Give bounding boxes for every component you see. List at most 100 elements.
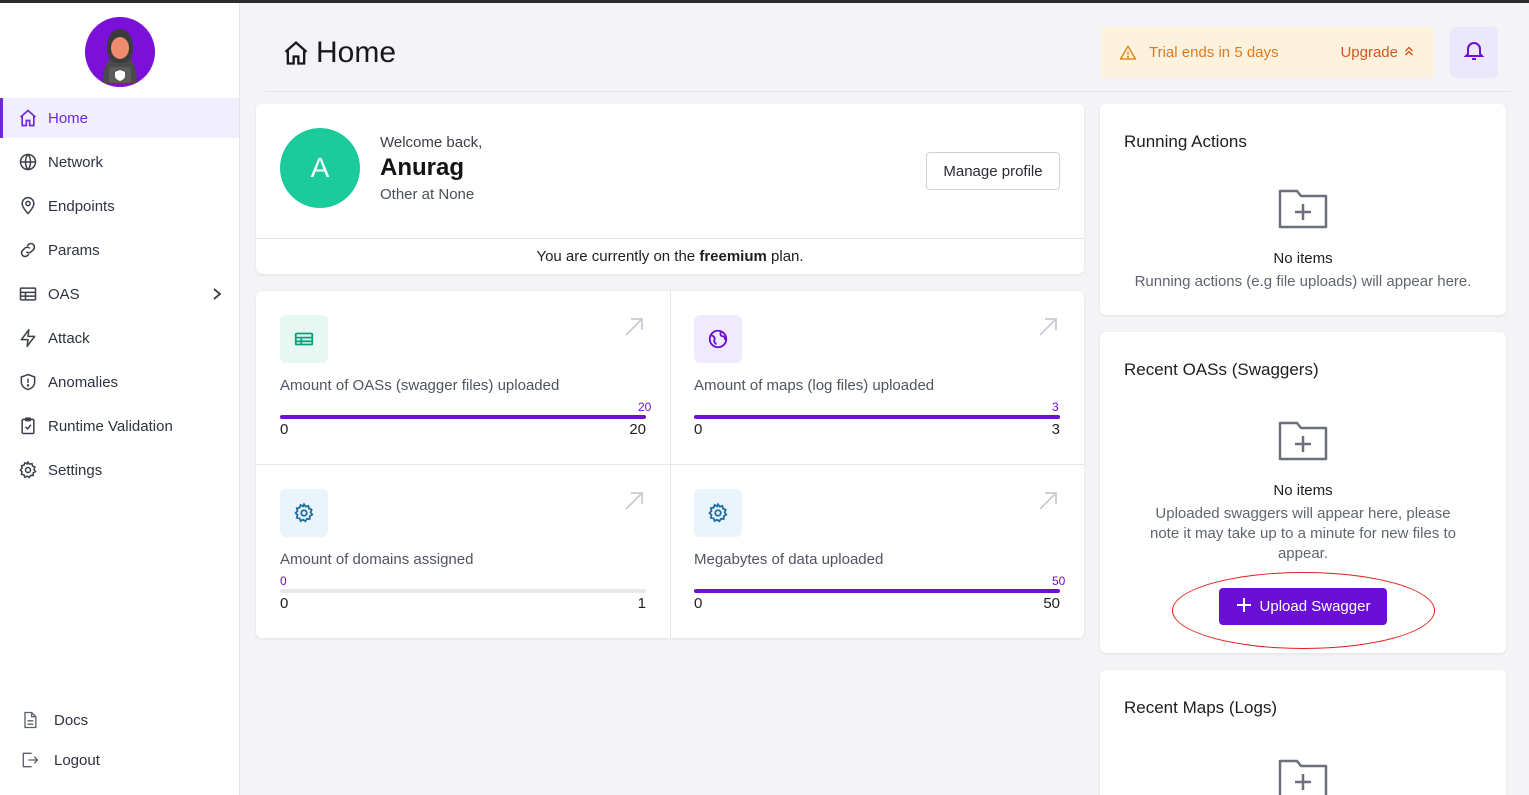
sidebar-item-label: Endpoints [48, 197, 115, 215]
stat-maps-uploaded: Amount of maps (log files) uploaded 3 0 … [670, 291, 1084, 464]
globe-icon [694, 315, 742, 363]
stat-data-uploaded: Megabytes of data uploaded 50 0 50 [670, 465, 1084, 638]
stat-value-marker: 0 [280, 574, 287, 588]
document-icon [20, 710, 40, 730]
plan-name: freemium [699, 248, 767, 265]
logout-icon [20, 750, 40, 770]
warning-icon [1119, 44, 1137, 62]
stat-max: 20 [629, 421, 646, 438]
home-icon [282, 39, 310, 67]
sidebar-item-label: Docs [54, 711, 89, 729]
empty-title: No items [1273, 250, 1333, 267]
home-icon [18, 108, 38, 128]
sidebar-item-label: Params [48, 241, 100, 259]
link-icon [18, 240, 38, 260]
stat-progress-track [694, 415, 1060, 419]
arrow-up-right-icon[interactable] [1036, 489, 1060, 513]
user-name: Anurag [380, 154, 464, 181]
stat-progress-track [694, 589, 1060, 593]
hacker-avatar-logo[interactable] [85, 17, 155, 87]
running-actions-card: Running Actions No items Running actions… [1100, 104, 1506, 315]
plus-icon [1236, 597, 1252, 617]
upgrade-button[interactable]: Upgrade [1340, 44, 1416, 62]
stat-progress-track [280, 415, 646, 419]
chevrons-up-icon [1402, 44, 1416, 62]
gear-icon [280, 489, 328, 537]
chevron-right-icon [209, 284, 225, 308]
gear-icon [694, 489, 742, 537]
map-pin-icon [18, 196, 38, 216]
stat-progress-fill [694, 415, 1060, 419]
sidebar-item-anomalies[interactable]: Anomalies [0, 362, 239, 402]
upgrade-label: Upgrade [1340, 44, 1398, 61]
trial-banner: Trial ends in 5 days Upgrade [1101, 27, 1434, 78]
sidebar-item-label: Attack [48, 329, 90, 347]
page-title: Home [282, 36, 396, 70]
bolt-icon [18, 328, 38, 348]
bell-icon [1462, 38, 1486, 67]
stat-max: 1 [637, 595, 646, 612]
sidebar-bottom-nav: Docs Logout [0, 700, 239, 780]
table-icon [280, 315, 328, 363]
arrow-up-right-icon[interactable] [622, 315, 646, 339]
arrow-up-right-icon[interactable] [622, 489, 646, 513]
sidebar-item-oas[interactable]: OAS [0, 274, 239, 314]
empty-title: No items [1273, 482, 1333, 499]
empty-description: Uploaded swaggers will appear here, plea… [1150, 505, 1456, 562]
recent-oas-card: Recent OASs (Swaggers) No items Uploaded… [1100, 332, 1506, 653]
sidebar-item-label: Home [48, 109, 89, 127]
stat-label: Megabytes of data uploaded [694, 551, 884, 568]
sidebar-item-attack[interactable]: Attack [0, 318, 239, 358]
stat-progress-fill [280, 415, 646, 419]
notifications-button[interactable] [1450, 27, 1498, 78]
sidebar-item-logout[interactable]: Logout [0, 740, 239, 780]
welcome-card: A Welcome back, Anurag Other at None Man… [256, 104, 1084, 274]
upload-swagger-button[interactable]: Upload Swagger [1219, 588, 1387, 625]
stat-label: Amount of domains assigned [280, 551, 474, 568]
usage-stats-card: Amount of OASs (swagger files) uploaded … [256, 291, 1084, 638]
sidebar-item-docs[interactable]: Docs [0, 700, 239, 740]
stat-max: 3 [1051, 421, 1060, 438]
sidebar-item-runtime-validation[interactable]: Runtime Validation [0, 406, 239, 446]
sidebar-nav: Home Network Endpoints Params OAS Attack… [0, 98, 239, 494]
header-divider [265, 91, 1511, 92]
page-title-text: Home [316, 36, 397, 69]
sidebar-item-label: OAS [48, 285, 80, 303]
sidebar-item-label: Runtime Validation [48, 417, 173, 435]
stat-oas-uploaded: Amount of OASs (swagger files) uploaded … [256, 291, 670, 464]
manage-profile-button[interactable]: Manage profile [926, 152, 1060, 190]
user-avatar: A [280, 128, 360, 208]
plan-suffix: plan. [771, 248, 804, 265]
sidebar-item-network[interactable]: Network [0, 142, 239, 182]
plan-info: You are currently on the freemium plan. [256, 248, 1084, 265]
card-title: Recent OASs (Swaggers) [1124, 360, 1319, 379]
sidebar-item-label: Network [48, 153, 104, 171]
sidebar-item-home[interactable]: Home [0, 98, 239, 138]
card-title: Recent Maps (Logs) [1124, 698, 1278, 717]
sidebar-item-label: Logout [54, 751, 100, 769]
empty-description: Running actions (e.g file uploads) will … [1134, 273, 1472, 290]
clipboard-check-icon [18, 416, 38, 436]
stat-min: 0 [694, 421, 703, 438]
stat-min: 0 [280, 595, 289, 612]
plan-prefix: You are currently on the [536, 248, 696, 265]
folder-add-icon [1277, 186, 1329, 230]
stat-min: 0 [280, 421, 289, 438]
welcome-greeting: Welcome back, [380, 134, 483, 151]
stat-value-marker: 50 [1052, 574, 1066, 588]
stat-progress-track [280, 589, 646, 593]
stat-domains-assigned: Amount of domains assigned 0 0 1 [256, 465, 670, 638]
upload-swagger-label: Upload Swagger [1259, 598, 1371, 615]
sidebar-item-label: Anomalies [48, 373, 119, 391]
stat-max: 50 [1043, 595, 1060, 612]
stat-label: Amount of OASs (swagger files) uploaded [280, 377, 560, 394]
gear-icon [18, 460, 38, 480]
card-title: Running Actions [1124, 132, 1247, 151]
stat-progress-fill [694, 589, 1060, 593]
user-role: Other at None [380, 186, 475, 203]
arrow-up-right-icon[interactable] [1036, 315, 1060, 339]
sidebar-item-settings[interactable]: Settings [0, 450, 239, 490]
sidebar-item-params[interactable]: Params [0, 230, 239, 270]
sidebar-item-endpoints[interactable]: Endpoints [0, 186, 239, 226]
stat-value-marker: 20 [638, 400, 652, 414]
